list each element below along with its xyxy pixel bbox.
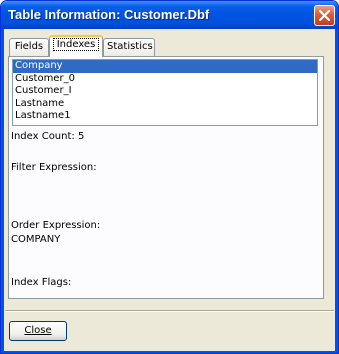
tab-statistics[interactable]: Statistics	[103, 38, 155, 56]
index-count-row: Index Count: 5	[11, 131, 84, 142]
table-info-window: Table Information: Customer.Dbf Fields I…	[0, 0, 339, 354]
list-item[interactable]: Lastname	[13, 98, 317, 111]
list-item[interactable]: Customer_0	[13, 73, 317, 86]
index-count-label: Index Count:	[11, 131, 75, 142]
window-close-button[interactable]	[314, 5, 335, 26]
window-frame-right	[335, 29, 338, 353]
footer-divider	[5, 310, 334, 312]
order-expression-value: COMPANY	[11, 234, 61, 245]
index-count-value: 5	[77, 131, 85, 142]
tab-statistics-label: Statistics	[107, 41, 153, 52]
close-button[interactable]: Close	[9, 321, 67, 341]
window-title: Table Information: Customer.Dbf	[8, 7, 210, 22]
index-flags-label: Index Flags:	[11, 277, 72, 288]
index-listbox[interactable]: Company Customer_0 Customer_I Lastname L…	[12, 59, 318, 126]
filter-expression-label: Filter Expression:	[11, 162, 97, 173]
tab-fields[interactable]: Fields	[9, 38, 49, 56]
close-button-label: Close	[24, 325, 52, 336]
list-item[interactable]: Customer_I	[13, 85, 317, 98]
tab-indexes-label: Indexes	[52, 38, 100, 51]
list-item[interactable]: Company	[13, 60, 317, 73]
list-item[interactable]: Lastname1	[13, 110, 317, 123]
order-expression-label: Order Expression:	[11, 220, 101, 231]
indexes-panel: Company Customer_0 Customer_I Lastname L…	[8, 56, 324, 299]
tab-indexes[interactable]: Indexes	[49, 35, 103, 57]
tab-fields-label: Fields	[14, 41, 44, 52]
window-frame-left	[1, 29, 4, 353]
close-icon	[319, 10, 330, 21]
title-bar[interactable]: Table Information: Customer.Dbf	[1, 1, 338, 29]
